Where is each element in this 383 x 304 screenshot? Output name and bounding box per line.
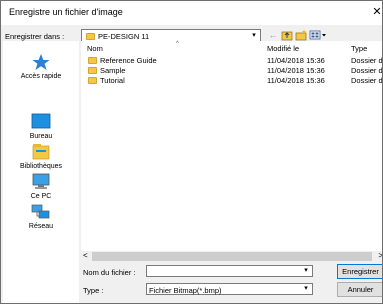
place-label: Ce PC (30, 193, 52, 200)
place-network[interactable]: Réseau (3, 203, 79, 243)
horizontal-scrollbar[interactable]: < > (81, 251, 382, 262)
file-name: Tutorial (100, 76, 125, 85)
folder-icon (88, 77, 97, 84)
new-folder-icon[interactable] (295, 29, 307, 41)
chevron-down-icon: ▾ (252, 32, 256, 39)
close-icon[interactable]: ✕ (370, 5, 382, 19)
place-label: Bibliothèques (19, 163, 63, 170)
column-header-modified[interactable]: Modifié le (267, 44, 299, 53)
file-type: Dossier d (351, 56, 383, 65)
column-header-type[interactable]: Type (351, 44, 367, 53)
folder-icon (88, 57, 97, 64)
file-list[interactable]: Nom ^ Modifié le Type Reference Guide 11… (81, 41, 383, 251)
folder-icon (88, 67, 97, 74)
computer-icon (31, 173, 51, 191)
view-menu-icon[interactable] (309, 29, 327, 41)
file-modified: 11/04/2018 15:36 (267, 56, 325, 65)
network-icon (31, 203, 51, 221)
type-label: Type : (83, 286, 104, 295)
file-type: Dossier d (351, 66, 383, 75)
up-folder-icon[interactable] (281, 29, 293, 41)
scroll-thumb[interactable] (92, 252, 372, 261)
file-modified: 11/04/2018 15:36 (267, 66, 325, 75)
file-row[interactable]: Reference Guide 11/04/2018 15:36 Dossier… (81, 56, 383, 66)
back-arrow-icon[interactable]: ← (267, 29, 279, 41)
file-type-select[interactable]: Fichier Bitmap(*.bmp) ▾ (146, 283, 313, 295)
sort-ascending-icon: ^ (176, 41, 179, 47)
place-label: Réseau (28, 223, 54, 230)
dialog-title: Enregistre un fichier d'image (9, 7, 123, 17)
filename-label: Nom du fichier : (83, 268, 136, 277)
places-bar: Accès rapide Bureau Bibliothèques Ce PC … (3, 41, 79, 303)
save-in-label: Enregistrer dans : (5, 32, 65, 41)
filename-input[interactable]: ▾ (146, 265, 313, 277)
location-value: PE-DESIGN 11 (98, 32, 150, 41)
file-name: Sample (100, 66, 126, 75)
scroll-right-icon[interactable]: > (378, 251, 382, 260)
file-type: Dossier d (351, 76, 383, 85)
file-row[interactable]: Sample 11/04/2018 15:36 Dossier d (81, 66, 383, 76)
save-image-dialog: Enregistre un fichier d'image ✕ Enregist… (0, 0, 383, 304)
file-modified: 11/04/2018 15:36 (267, 76, 325, 85)
scroll-left-icon[interactable]: < (83, 251, 88, 260)
folder-icon (86, 33, 95, 40)
chevron-down-icon[interactable]: ▾ (302, 267, 310, 275)
place-label: Bureau (29, 133, 53, 140)
chevron-down-icon: ▾ (304, 285, 308, 292)
column-header-name[interactable]: Nom (87, 44, 103, 53)
libraries-icon (31, 143, 51, 161)
file-row[interactable]: Tutorial 11/04/2018 15:36 Dossier d (81, 76, 383, 86)
file-type-value: Fichier Bitmap(*.bmp) (149, 286, 222, 295)
file-name: Reference Guide (100, 56, 157, 65)
desktop-icon (31, 113, 51, 131)
title-bar: Enregistre un fichier d'image ✕ (1, 1, 382, 25)
star-icon (31, 53, 51, 71)
place-quick-access[interactable]: Accès rapide (3, 53, 79, 93)
save-button[interactable]: Enregistrer (337, 264, 382, 279)
cancel-button[interactable]: Annuler (337, 282, 382, 297)
place-label: Accès rapide (20, 73, 62, 80)
